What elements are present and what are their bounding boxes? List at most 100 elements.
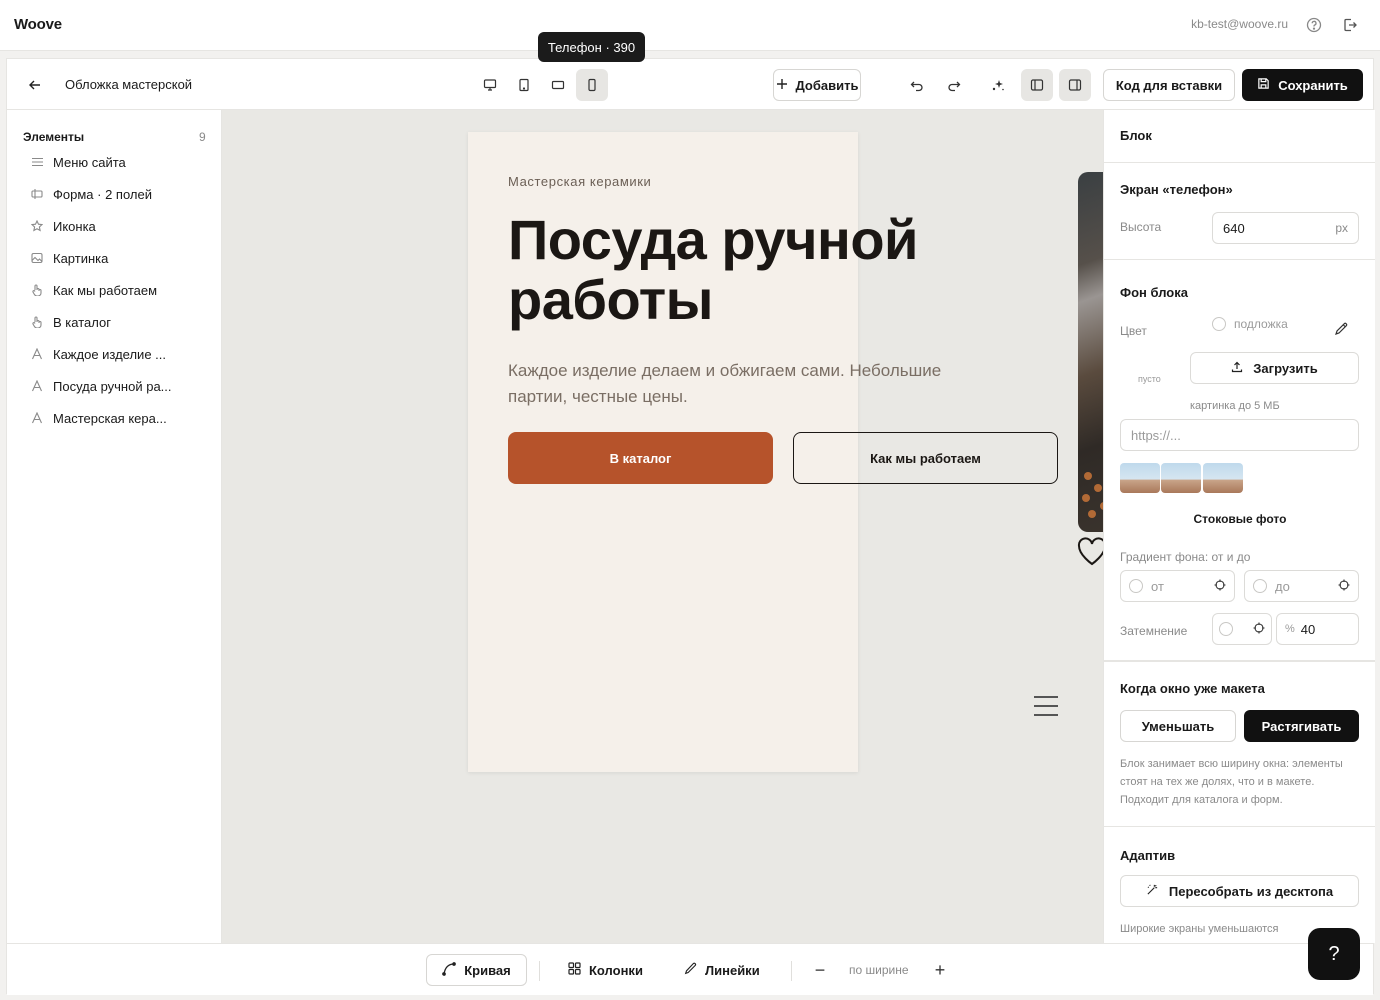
toolbar-divider bbox=[791, 961, 792, 981]
tablet-icon bbox=[519, 78, 529, 92]
lead-text[interactable]: Каждое изделие делаем и обжигаем сами. Н… bbox=[508, 358, 978, 411]
sidebar-item-kicker-text[interactable]: Мастерская кера... bbox=[31, 408, 167, 428]
gradient-from-swatch bbox=[1129, 579, 1143, 593]
stock-photos-link[interactable]: Стоковые фото bbox=[1104, 512, 1375, 526]
tablet-landscape-icon bbox=[551, 80, 565, 90]
add-element-button[interactable]: Добавить bbox=[773, 69, 861, 101]
help-icon[interactable] bbox=[1304, 15, 1324, 35]
sidebar-item-label: Картинка bbox=[53, 250, 109, 266]
sidebar-item-form[interactable]: Форма · 2 полей bbox=[31, 184, 152, 204]
upload-label: Загрузить bbox=[1253, 360, 1318, 376]
rulers-tool-button[interactable]: Линейки bbox=[672, 954, 772, 986]
color-swatch bbox=[1212, 317, 1226, 331]
color-label: Цвет bbox=[1120, 324, 1147, 338]
desktop-icon bbox=[483, 79, 497, 91]
eyedropper-icon[interactable] bbox=[1334, 322, 1348, 339]
document-title[interactable]: Обложка мастерской bbox=[65, 77, 192, 92]
device-tablet-landscape-button[interactable] bbox=[542, 69, 574, 101]
help-chat-button[interactable]: ? bbox=[1308, 928, 1360, 980]
heart-icon[interactable] bbox=[1077, 534, 1103, 568]
sidebar-item-menu[interactable]: Меню сайта bbox=[31, 152, 126, 172]
save-label: Сохранить bbox=[1278, 77, 1348, 93]
sidebar-item-label: Каждое изделие ... bbox=[53, 346, 167, 362]
rebuild-from-desktop-button[interactable]: Пересобрать из десктопа bbox=[1120, 875, 1359, 907]
app-header: Woove kb-test@woove.ru bbox=[0, 0, 1380, 51]
dim-color-input[interactable] bbox=[1212, 613, 1272, 645]
sidebar-item-hero-text[interactable]: Посуда ручной ра... bbox=[31, 376, 172, 396]
dim-label: Затемнение bbox=[1120, 624, 1188, 638]
toggle-right-panel-icon[interactable] bbox=[1059, 69, 1091, 101]
properties-panel: Блок Экран «телефон» Высота 640 px Фон б… bbox=[1103, 110, 1375, 943]
kicker-text[interactable]: Мастерская керамики bbox=[508, 174, 651, 189]
gradient-to-input[interactable]: до bbox=[1244, 570, 1359, 602]
device-tooltip: Телефон · 390 bbox=[538, 32, 645, 62]
editor-toolbar: Обложка мастерской Добавить Код для вста… bbox=[7, 59, 1373, 110]
zoom-in-icon[interactable]: + bbox=[930, 960, 950, 980]
back-arrow-icon[interactable] bbox=[25, 75, 45, 95]
dim-unit: % bbox=[1285, 623, 1295, 635]
gradient-from-label: от bbox=[1151, 578, 1164, 594]
design-canvas[interactable]: Мастерская керамики Посуда ручной работы… bbox=[222, 110, 1103, 943]
sidebar-item-label: Мастерская кера... bbox=[53, 410, 167, 426]
gradient-from-input[interactable]: от bbox=[1120, 570, 1235, 602]
stock-photo-thumb-1[interactable] bbox=[1120, 463, 1160, 493]
color-placeholder: подложка bbox=[1234, 317, 1288, 331]
phone-icon bbox=[588, 78, 596, 92]
stock-photo-thumb-3[interactable] bbox=[1203, 463, 1243, 493]
how-we-work-button[interactable]: Как мы работаем bbox=[793, 432, 1058, 484]
columns-label: Колонки bbox=[589, 962, 643, 978]
save-button[interactable]: Сохранить bbox=[1242, 69, 1363, 101]
image-url-input[interactable]: https://... bbox=[1120, 419, 1359, 451]
sidebar-item-how-we-work[interactable]: Как мы работаем bbox=[31, 280, 157, 300]
sidebar-item-image[interactable]: Картинка bbox=[31, 248, 108, 268]
target-icon[interactable] bbox=[1253, 622, 1265, 637]
hero-image[interactable] bbox=[1078, 172, 1103, 532]
brand-logo[interactable]: Woove bbox=[14, 16, 62, 33]
window-hint: Блок занимает всю ширину окна: элементы … bbox=[1120, 758, 1343, 807]
sidebar-item-icon[interactable]: Иконка bbox=[31, 216, 96, 236]
sidebar-item-label: В каталог bbox=[53, 314, 111, 330]
stretch-option[interactable]: Растягивать bbox=[1244, 710, 1359, 742]
dim-swatch bbox=[1219, 622, 1233, 636]
elements-heading: Элементы bbox=[23, 130, 85, 144]
height-input[interactable]: 640 px bbox=[1212, 212, 1359, 244]
magic-sparkle-icon[interactable] bbox=[982, 69, 1014, 101]
device-phone-button[interactable] bbox=[576, 69, 608, 101]
hamburger-menu-icon[interactable] bbox=[1034, 696, 1058, 716]
sidebar-item-catalog[interactable]: В каталог bbox=[31, 312, 111, 332]
url-placeholder: https://... bbox=[1131, 427, 1181, 443]
redo-icon[interactable] bbox=[938, 69, 970, 101]
device-desktop-button[interactable] bbox=[474, 69, 506, 101]
undo-icon[interactable] bbox=[901, 69, 933, 101]
target-icon[interactable] bbox=[1214, 579, 1226, 594]
device-tablet-button[interactable] bbox=[508, 69, 540, 101]
stock-photo-thumb-2[interactable] bbox=[1161, 463, 1201, 493]
upload-button[interactable]: Загрузить bbox=[1190, 352, 1359, 384]
columns-tool-button[interactable]: Колонки bbox=[556, 954, 655, 986]
color-picker[interactable]: подложка bbox=[1212, 317, 1288, 331]
menu-icon bbox=[31, 155, 43, 169]
sidebar-item-label: Меню сайта bbox=[53, 154, 126, 170]
editor-frame: Обложка мастерской Добавить Код для вста… bbox=[6, 58, 1375, 995]
target-icon[interactable] bbox=[1338, 579, 1350, 594]
curve-tool-button[interactable]: Кривая bbox=[426, 954, 527, 986]
panel-window-section: Когда окно уже макета Уменьшать Растягив… bbox=[1104, 661, 1375, 827]
pointer-icon bbox=[31, 315, 43, 329]
sidebar-item-label: Иконка bbox=[53, 218, 96, 234]
catalog-button[interactable]: В каталог bbox=[508, 432, 773, 484]
hero-heading[interactable]: Посуда ручной работы bbox=[508, 209, 978, 331]
dim-value: 40 bbox=[1300, 621, 1316, 637]
toggle-left-panel-icon[interactable] bbox=[1021, 69, 1053, 101]
upload-icon bbox=[1231, 361, 1243, 376]
panel-block-section: Блок bbox=[1104, 110, 1375, 163]
shrink-option[interactable]: Уменьшать bbox=[1120, 710, 1236, 742]
zoom-out-icon[interactable]: − bbox=[810, 960, 830, 980]
sidebar-item-lead-text[interactable]: Каждое изделие ... bbox=[31, 344, 166, 364]
zoom-level[interactable]: по ширине bbox=[849, 963, 909, 977]
grid-icon bbox=[568, 962, 581, 978]
account-email: kb-test@woove.ru bbox=[1191, 17, 1288, 31]
embed-code-button[interactable]: Код для вставки bbox=[1103, 69, 1235, 101]
dim-opacity-input[interactable]: % 40 bbox=[1276, 613, 1359, 645]
image-icon bbox=[31, 251, 43, 265]
logout-icon[interactable] bbox=[1340, 15, 1360, 35]
